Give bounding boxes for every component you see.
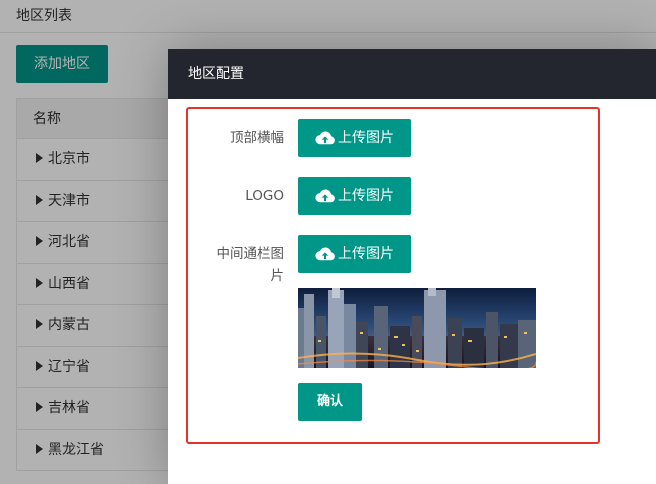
cloud-upload-icon xyxy=(315,131,335,145)
city-skyline-image xyxy=(298,288,536,368)
upload-button-label: 上传图片 xyxy=(338,246,394,262)
confirm-button[interactable]: 确认 xyxy=(298,383,362,421)
middle-banner-preview-image xyxy=(298,288,536,368)
cloud-upload-icon xyxy=(315,189,335,203)
region-config-dialog: 地区配置 顶部横幅 上传图片 LOGO 上传图片 中间通栏图片 上传图片 确认 xyxy=(168,49,656,484)
upload-middle-banner-button[interactable]: 上传图片 xyxy=(298,235,411,273)
middle-banner-label: 中间通栏图片 xyxy=(216,246,285,284)
top-banner-label: 顶部横幅 xyxy=(230,130,284,146)
cloud-upload-icon xyxy=(315,247,335,261)
dialog-title: 地区配置 xyxy=(168,49,656,99)
upload-button-label: 上传图片 xyxy=(338,188,394,204)
upload-button-label: 上传图片 xyxy=(338,130,394,146)
upload-logo-button[interactable]: 上传图片 xyxy=(298,177,411,215)
logo-label: LOGO xyxy=(245,188,284,204)
upload-top-banner-button[interactable]: 上传图片 xyxy=(298,119,411,157)
